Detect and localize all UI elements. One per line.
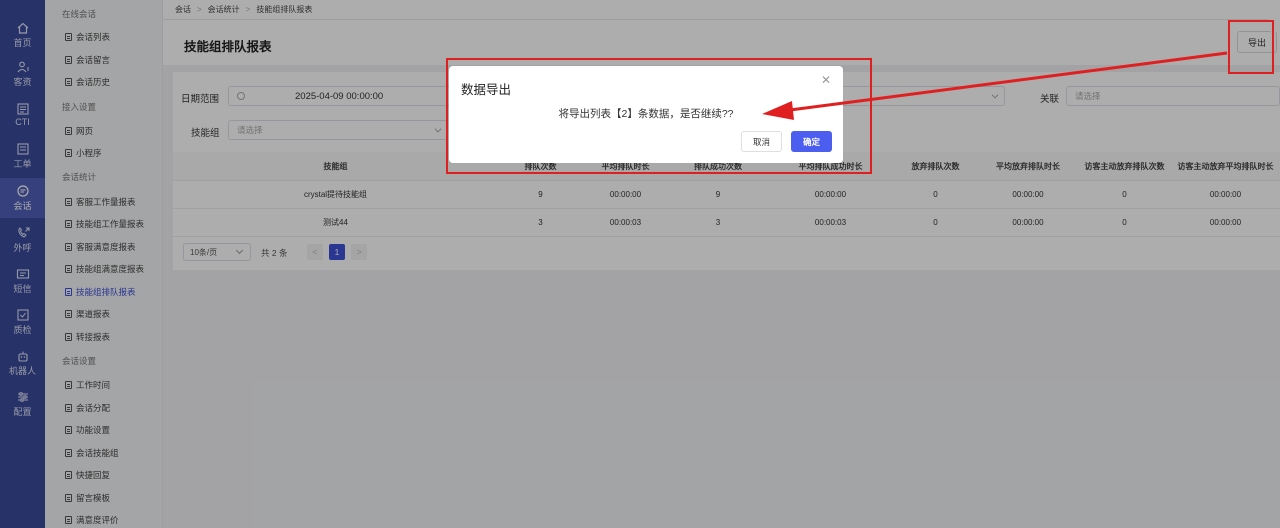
close-icon[interactable]: ✕ bbox=[821, 73, 831, 87]
dialog-message: 将导出列表【2】条数据，是否继续?? bbox=[558, 108, 734, 120]
confirm-button[interactable]: 确定 bbox=[791, 131, 832, 152]
export-dialog: 数据导出 ✕ 将导出列表【2】条数据，是否继续?? 取消 确定 bbox=[449, 66, 843, 163]
cancel-button[interactable]: 取消 bbox=[741, 131, 782, 152]
dialog-title: 数据导出 bbox=[461, 83, 512, 97]
